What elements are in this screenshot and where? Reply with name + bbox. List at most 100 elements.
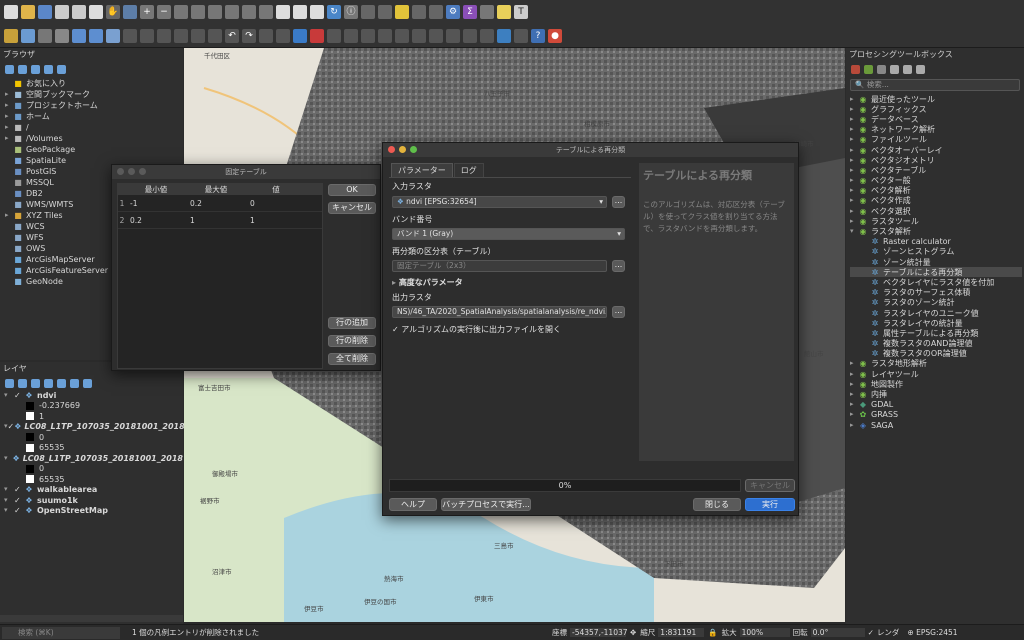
rotate-label-icon[interactable]: [463, 28, 477, 43]
legend-entry[interactable]: 65535: [4, 474, 183, 485]
properties-icon[interactable]: [57, 64, 66, 74]
expand-arrow-icon[interactable]: ▾: [4, 390, 14, 401]
collapse-layers-icon[interactable]: [70, 378, 79, 388]
refresh-browser-icon[interactable]: [18, 64, 27, 74]
cell-max[interactable]: 1: [186, 212, 246, 228]
processing-gear-icon[interactable]: ⚙: [446, 5, 460, 19]
label-rotate-icon[interactable]: [344, 28, 358, 43]
table-row[interactable]: 2 0.2 1 1: [118, 212, 322, 229]
data-source-manager-icon[interactable]: [4, 28, 18, 43]
add-group-icon[interactable]: [18, 378, 27, 388]
help-button[interactable]: ヘルプ: [389, 498, 437, 511]
coord-field[interactable]: -54357,-11037: [570, 628, 628, 637]
expand-arrow-icon[interactable]: ▸: [5, 133, 13, 144]
layer-item[interactable]: ▾ ✓ ❖ walkablearea: [4, 485, 183, 496]
digitize-icon[interactable]: [72, 28, 86, 43]
layer-visibility-checkbox[interactable]: ✓: [8, 421, 15, 432]
scripts-icon[interactable]: [864, 64, 873, 74]
close-window-icon[interactable]: [388, 146, 395, 153]
label-change-icon[interactable]: [361, 28, 375, 43]
pin-labels-icon[interactable]: [412, 28, 426, 43]
close-button[interactable]: 閉じる: [693, 498, 741, 511]
cancel-button[interactable]: キャンセル: [328, 202, 376, 214]
toolbox-group[interactable]: ▾ ◉ ラスタ解析: [850, 226, 1022, 236]
zoom-in-icon[interactable]: +: [140, 5, 154, 19]
toolbox-algorithm[interactable]: ✲ 複数ラスタのOR論理値: [850, 349, 1022, 359]
vertex-tool-icon[interactable]: [106, 28, 120, 43]
cell-max[interactable]: 0.2: [186, 195, 246, 211]
zoom-out-icon[interactable]: −: [157, 5, 171, 19]
toolbox-group[interactable]: ▸ ◉ ファイルツール: [850, 135, 1022, 145]
toolbox-group[interactable]: ▸ ◉ ラスタツール: [850, 216, 1022, 226]
layer-item[interactable]: ▾ ❖ LC08_L1TP_107035_20181001_2018: [4, 453, 183, 464]
rotation-field[interactable]: 0.0°: [810, 628, 865, 637]
zoom-selection-icon[interactable]: [191, 5, 205, 19]
pencil-icon[interactable]: [123, 28, 137, 43]
cell-value[interactable]: 0: [246, 195, 306, 211]
toolbox-group[interactable]: ▸ ◉ ベクタ作成: [850, 196, 1022, 206]
label-tool-icon[interactable]: [259, 28, 273, 43]
measure-icon[interactable]: [480, 5, 494, 19]
toolbox-group[interactable]: ▸ ◈ SAGA: [850, 420, 1022, 430]
toolbox-algorithm[interactable]: ✲ ラスタレイヤの統計量: [850, 318, 1022, 328]
delete-all-button[interactable]: 全て削除: [328, 353, 376, 365]
toolbox-algorithm[interactable]: ✲ Raster calculator: [850, 237, 1022, 247]
maximize-window-icon[interactable]: [139, 168, 146, 175]
new-layer-icon[interactable]: [21, 28, 35, 43]
print-layout-icon[interactable]: [55, 5, 69, 19]
toolbox-group[interactable]: ▸ ◉ ベクタオーバーレイ: [850, 145, 1022, 155]
input-browse-button[interactable]: ...: [612, 196, 625, 208]
scale-field[interactable]: 1:831191: [658, 628, 705, 637]
expand-arrow-icon[interactable]: ▸: [5, 210, 13, 221]
browser-item[interactable]: ■ GeoPackage: [5, 144, 183, 155]
legend-entry[interactable]: 0: [4, 464, 183, 475]
show-bookmarks-icon[interactable]: [310, 5, 324, 19]
toolbox-search-input[interactable]: 🔍 検索...: [850, 79, 1020, 91]
expand-arrow-icon[interactable]: ▾: [4, 505, 14, 516]
add-selected-icon[interactable]: [5, 64, 14, 74]
paste-icon[interactable]: [208, 28, 222, 43]
pan-to-selection-icon[interactable]: [123, 5, 137, 19]
style-manager-icon[interactable]: [89, 5, 103, 19]
toolbox-group[interactable]: ▸ ◉ 地図製作: [850, 379, 1022, 389]
tab-log[interactable]: ログ: [453, 163, 484, 177]
record-icon[interactable]: ●: [548, 28, 562, 43]
toolbox-algorithm[interactable]: ✲ テーブルによる再分類: [850, 267, 1022, 278]
history-icon[interactable]: [877, 64, 886, 74]
cell-value[interactable]: 1: [246, 212, 306, 228]
reclass-table-edit-button[interactable]: ...: [612, 260, 625, 272]
toolbox-group[interactable]: ▸ ◉ ネットワーク解析: [850, 125, 1022, 135]
label-properties-icon[interactable]: [446, 28, 460, 43]
batch-process-button[interactable]: バッチプロセスで実行...: [441, 498, 531, 511]
band-select[interactable]: バンド 1 (Gray) ▾: [392, 228, 625, 240]
layer-styling-icon[interactable]: [5, 378, 14, 388]
unpin-labels-icon[interactable]: [429, 28, 443, 43]
layer-item[interactable]: ▾ ✓ ❖ LC08_L1TP_107035_20181001_2018: [4, 421, 185, 433]
open-output-checkbox[interactable]: ✓ アルゴリズムの実行後に出力ファイルを開く: [392, 324, 561, 335]
diagram-icon[interactable]: [378, 28, 392, 43]
new-map-view-icon[interactable]: [276, 5, 290, 19]
label-pin-icon[interactable]: [276, 28, 290, 43]
browser-item[interactable]: ▸ ■ プロジェクトホーム: [5, 100, 183, 111]
toolbox-group[interactable]: ▸ ◉ ベクタ解析: [850, 186, 1022, 196]
zoom-layer-icon[interactable]: [208, 5, 222, 19]
models-icon[interactable]: [851, 64, 860, 74]
move-feature-icon[interactable]: [140, 28, 154, 43]
table-row[interactable]: 1 -1 0.2 0: [118, 195, 322, 212]
edit-features-icon[interactable]: [903, 64, 912, 74]
toolbox-algorithm[interactable]: ✲ ゾーン統計量: [850, 257, 1022, 267]
input-raster-select[interactable]: ❖ ndvi [EPSG:32654] ▾: [392, 196, 607, 208]
options-wrench-icon[interactable]: [916, 64, 925, 74]
toolbox-algorithm[interactable]: ✲ ラスタのサーフェス体積: [850, 288, 1022, 298]
refresh-icon[interactable]: ↻: [327, 5, 341, 19]
lock-icon[interactable]: 🔒: [708, 628, 717, 637]
layers-scrollbar[interactable]: [0, 615, 183, 622]
label-remove-icon[interactable]: [310, 28, 324, 43]
expand-all-icon[interactable]: [57, 378, 66, 388]
toolbox-group[interactable]: ▸ ◉ データベース: [850, 114, 1022, 124]
expand-arrow-icon[interactable]: ▸: [5, 89, 13, 100]
zoom-full-icon[interactable]: [174, 5, 188, 19]
collapse-all-icon[interactable]: [44, 64, 53, 74]
delete-selected-icon[interactable]: [157, 28, 171, 43]
minimize-window-icon[interactable]: [399, 146, 406, 153]
